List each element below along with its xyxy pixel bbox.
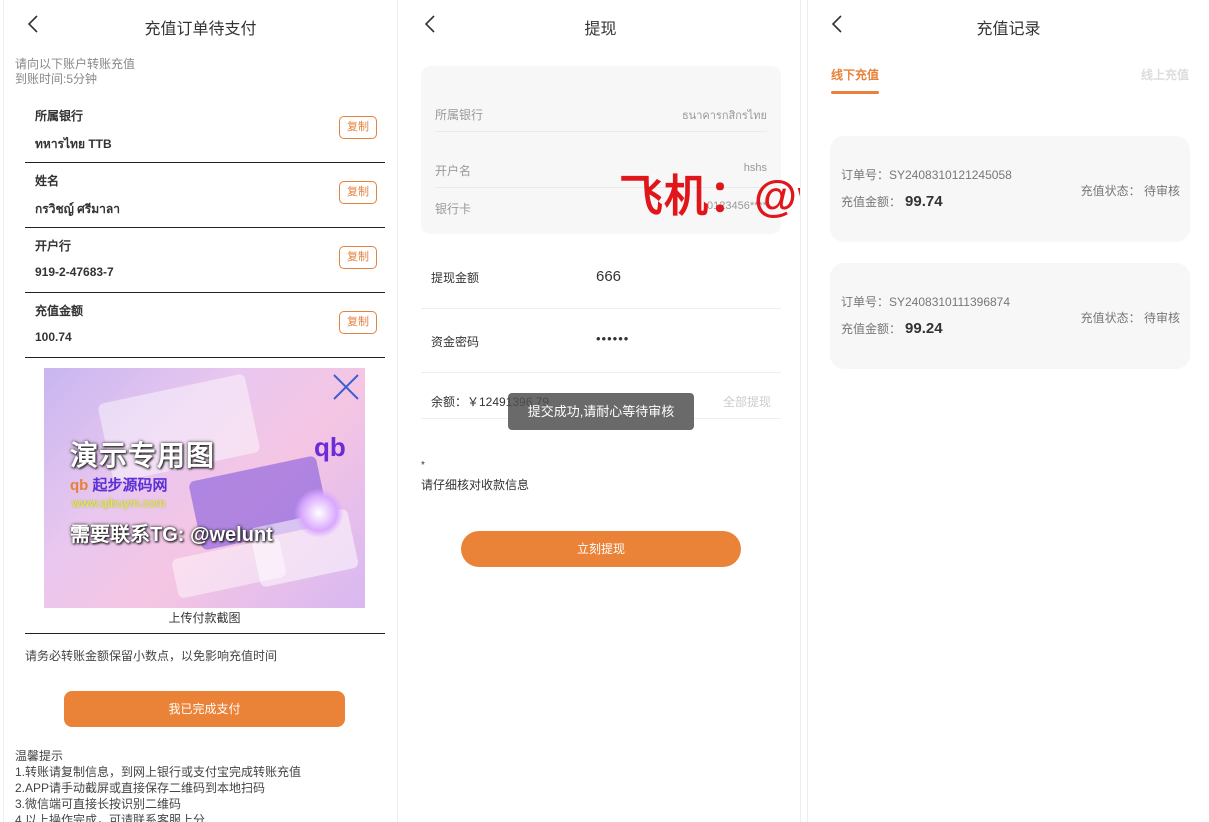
tab-underline — [831, 91, 879, 94]
info-row-bank: 所属银行 ทหารไทย TTB 复制 — [25, 98, 385, 163]
top-bar: 充值订单待支付 — [4, 0, 397, 50]
info-row-amount: 充值金额 100.74 复制 — [25, 293, 385, 358]
amount-value: 99.24 — [905, 320, 943, 337]
watermark-overlay: 飞机：@welunt — [619, 172, 800, 221]
logo-mark: qb — [70, 477, 89, 494]
copy-button[interactable]: 复制 — [339, 311, 377, 334]
bank-value: ธนาคารกสิกรไทย — [681, 110, 767, 122]
amount-row: 提现金额 — [421, 245, 781, 309]
divider — [25, 633, 385, 634]
amount-value: 99.74 — [905, 193, 943, 210]
bank-label: 开户名 — [435, 164, 472, 178]
transfer-hint-line: 请向以下账户转账充值 — [15, 57, 136, 71]
verify-hint: 请仔细核对收款信息 — [421, 478, 530, 492]
decor-glow — [294, 488, 344, 538]
withdraw-all-link[interactable]: 全部提现 — [723, 393, 771, 410]
required-star: * — [421, 460, 425, 471]
record-card[interactable]: 订单号：SY2408310111396874 充值金额： 99.24 充值状态： … — [830, 263, 1190, 369]
watermark-logo-text: qb 起步源码网 — [70, 474, 168, 495]
brand-logo: qb — [314, 432, 346, 462]
tips-title: 温馨提示 — [15, 749, 64, 763]
info-value: กรวิชญ์ ศรีมาลา — [35, 202, 120, 216]
info-row-name: 姓名 กรวิชญ์ ศรีมาลา 复制 — [25, 163, 385, 228]
info-value: ทหารไทย TTB — [35, 137, 112, 151]
payment-screenshot-image[interactable]: qb 演示专用图 qb 起步源码网 www.qibuym.com 需要联系TG:… — [44, 368, 365, 608]
watermark-url: www.qibuym.com — [72, 496, 166, 510]
withdraw-panel: 提现 所属银行 ธนาคารกสิกรไทย 开户名 hshs 银行卡 0123… — [401, 0, 801, 822]
tab-online[interactable]: 线上充值 — [1141, 66, 1189, 83]
close-icon[interactable] — [331, 372, 361, 402]
info-label: 充值金额 — [35, 304, 84, 318]
arrival-time-line: 到账时间:5分钟 — [15, 72, 98, 86]
page-title: 充值订单待支付 — [144, 21, 257, 38]
info-label: 开户行 — [35, 239, 72, 253]
success-toast: 提交成功,请耐心等待审核 — [508, 393, 694, 430]
bank-label: 银行卡 — [435, 202, 472, 216]
copy-button[interactable]: 复制 — [339, 181, 377, 204]
top-bar: 充值记录 — [808, 0, 1209, 50]
amount-input[interactable] — [596, 263, 776, 289]
logo-name: 起步源码网 — [92, 477, 168, 494]
amount-label: 充值金额： — [841, 195, 902, 209]
tip-item: 2.APP请手动截屏或直接保存二维码到本地扫码 — [15, 781, 266, 795]
copy-button[interactable]: 复制 — [339, 246, 377, 269]
payment-done-button[interactable]: 我已完成支付 — [64, 691, 345, 727]
order-number: 订单号：SY2408310121245058 — [841, 168, 1012, 182]
amount-label: 充值金额： — [841, 322, 902, 336]
decimal-notice: 请务必转账金额保留小数点，以免影响充值时间 — [25, 649, 278, 663]
tip-item: 1.转账请复制信息，到网上银行或支付宝完成转账充值 — [15, 765, 302, 779]
tip-item: 3.微信端可直接长按识别二维码 — [15, 797, 182, 811]
tab-offline[interactable]: 线下充值 — [831, 66, 879, 83]
info-row-branch: 开户行 919-2-47683-7 复制 — [25, 228, 385, 293]
bank-label: 所属银行 — [435, 108, 484, 122]
recharge-history-panel: 充值记录 线下充值 线上充值 订单号：SY2408310121245058 充值… — [807, 0, 1209, 822]
info-value: 100.74 — [35, 330, 72, 344]
password-row: 资金密码 •••••• — [421, 309, 781, 373]
page-title: 充值记录 — [976, 21, 1041, 38]
password-input[interactable]: •••••• — [596, 331, 776, 357]
top-bar: 提现 — [401, 0, 800, 50]
amount-label: 提现金额 — [431, 271, 480, 285]
info-value: 919-2-47683-7 — [35, 265, 114, 279]
withdraw-button[interactable]: 立刻提现 — [461, 531, 741, 567]
record-status: 充值状态： 待审核 — [1080, 311, 1180, 325]
info-label: 姓名 — [35, 174, 60, 188]
copy-button[interactable]: 复制 — [339, 116, 377, 139]
watermark-demo-text: 演示专用图 — [70, 440, 216, 471]
record-amount: 充值金额： 99.24 — [841, 320, 943, 337]
password-label: 资金密码 — [431, 335, 480, 349]
watermark-contact: 需要联系TG: @welunt — [70, 524, 273, 546]
record-card[interactable]: 订单号：SY2408310121245058 充值金额： 99.74 充值状态： … — [830, 136, 1190, 242]
transfer-hint: 请向以下账户转账充值 到账时间:5分钟 — [15, 57, 135, 87]
tips-block: 温馨提示 1.转账请复制信息，到网上银行或支付宝完成转账充值 2.APP请手动截… — [15, 748, 301, 822]
bank-row-bank: 所属银行 ธนาคารกสิกรไทย — [435, 76, 767, 132]
page-title: 提现 — [584, 21, 617, 38]
upload-caption: 上传付款截图 — [168, 611, 241, 625]
order-number: 订单号：SY2408310111396874 — [841, 295, 1011, 309]
record-status: 充值状态： 待审核 — [1080, 184, 1180, 198]
recharge-order-panel: 充值订单待支付 请向以下账户转账充值 到账时间:5分钟 所属银行 ทหารไทย… — [3, 0, 398, 822]
info-label: 所属银行 — [35, 109, 84, 123]
tip-item: 4.以上操作完成，可请联系客服上分 — [15, 813, 206, 822]
record-amount: 充值金额： 99.74 — [841, 193, 943, 210]
